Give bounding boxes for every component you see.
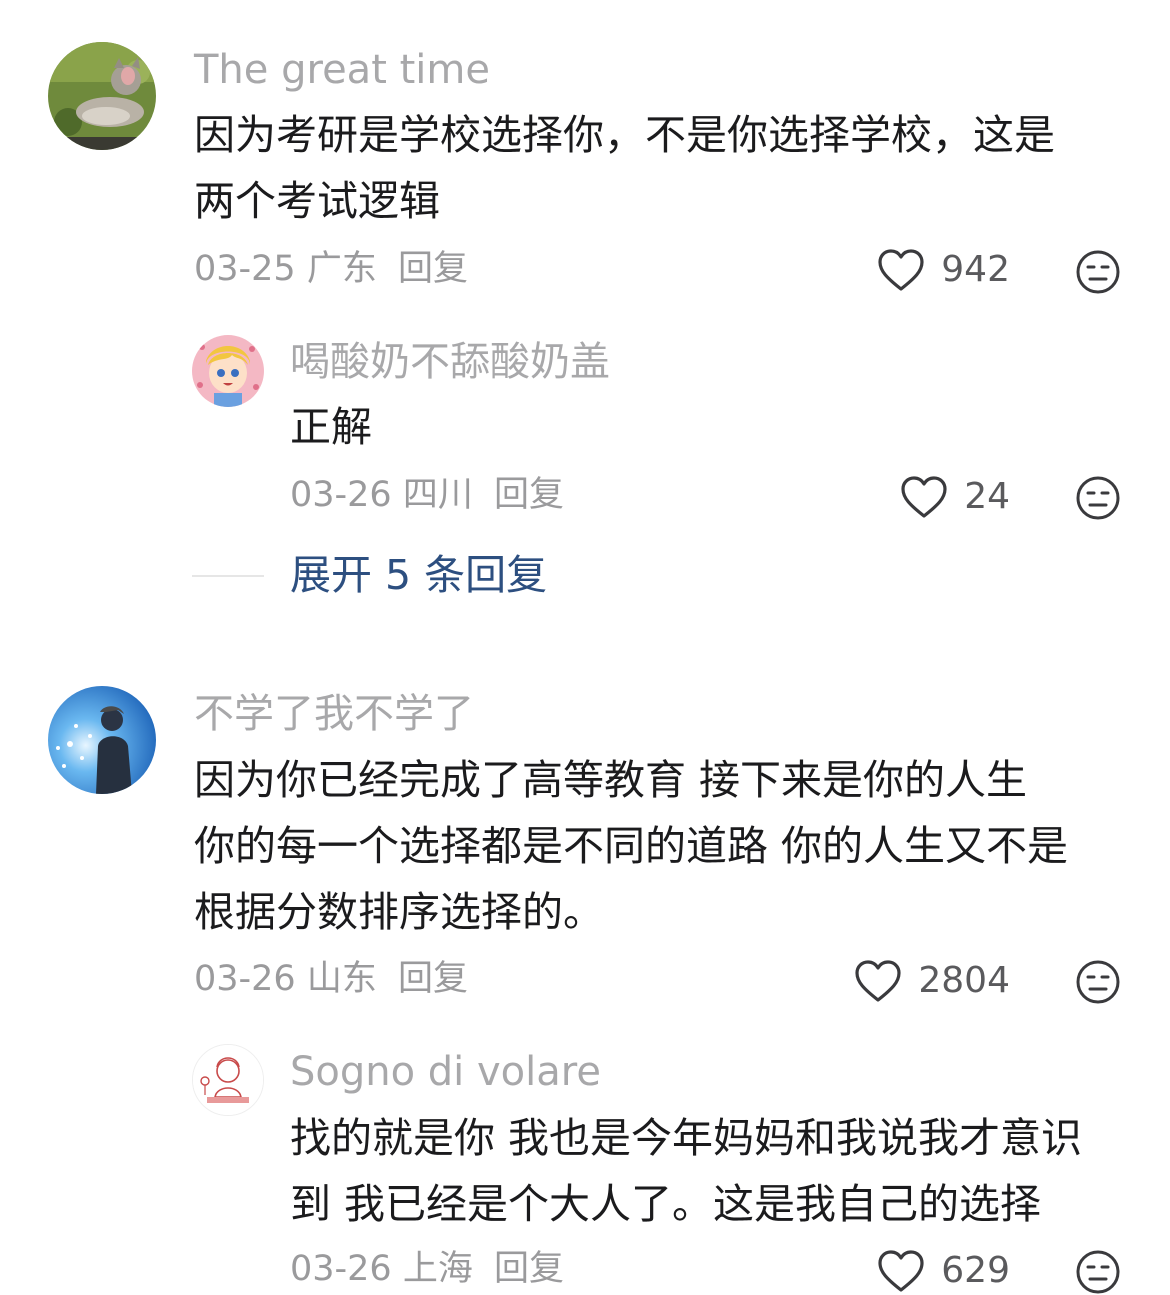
username[interactable]: 喝酸奶不舔酸奶盖	[290, 342, 610, 382]
dislike-button[interactable]	[1075, 959, 1121, 1005]
comment-meta: 03-26 山东 回复	[194, 962, 468, 997]
heart-outline-icon	[900, 475, 964, 519]
comment-text: 因为你已经完成了高等教育 接下来是你的人生 你的每一个选择都是不同的道路 你的人…	[194, 747, 1068, 945]
like-button[interactable]: 629	[877, 1249, 1010, 1293]
like-button[interactable]: 2804	[854, 959, 1010, 1003]
comment-text: 因为考研是学校选择你，不是你选择学校，这是 两个考试逻辑	[194, 102, 1055, 234]
avatar[interactable]	[48, 42, 156, 150]
neutral-face-icon	[1075, 475, 1121, 521]
like-button[interactable]: 24	[900, 475, 1010, 519]
avatar[interactable]	[48, 686, 156, 794]
heart-outline-icon	[854, 959, 918, 1003]
neutral-face-icon	[1075, 959, 1121, 1005]
comment-meta: 03-25 广东 回复	[194, 252, 468, 287]
dislike-button[interactable]	[1075, 249, 1121, 295]
neutral-face-icon	[1075, 249, 1121, 295]
comment-region: 广东	[306, 249, 377, 289]
comment-meta: 03-26 上海 回复	[290, 1252, 564, 1287]
neutral-face-icon	[1075, 1249, 1121, 1295]
dislike-button[interactable]	[1075, 1249, 1121, 1295]
heart-outline-icon	[877, 1249, 941, 1293]
reply-button[interactable]: 回复	[494, 1249, 564, 1289]
dislike-button[interactable]	[1075, 475, 1121, 521]
username[interactable]: Sogno di volare	[290, 1052, 601, 1092]
comment-line: 正解	[290, 403, 372, 451]
reply-button[interactable]: 回复	[398, 249, 468, 289]
comment-meta: 03-26 四川 回复	[290, 478, 564, 513]
reply-button[interactable]: 回复	[398, 959, 468, 999]
username[interactable]: The great time	[194, 50, 490, 90]
comment-text: 找的就是你 我也是今年妈妈和我说我才意识 到 我已经是个大人了。这是我自己的选择	[290, 1105, 1082, 1237]
like-count: 2804	[918, 960, 1010, 1001]
like-count: 942	[941, 249, 1010, 290]
comment-region: 四川	[402, 475, 473, 515]
avatar[interactable]	[192, 335, 264, 407]
divider	[192, 575, 264, 577]
comment-date: 03-25	[194, 249, 296, 289]
comment-date: 03-26	[290, 1249, 392, 1289]
comment-region: 上海	[402, 1249, 473, 1289]
expand-replies-link[interactable]: 展开 5 条回复	[290, 555, 547, 596]
comment-line: 你的每一个选择都是不同的道路 你的人生又不是	[194, 822, 1069, 870]
comment-line: 找的就是你 我也是今年妈妈和我说我才意识	[290, 1114, 1083, 1162]
comment-line: 根据分数排序选择的。	[194, 888, 604, 936]
like-button[interactable]: 942	[877, 248, 1010, 292]
comment-region: 山东	[306, 959, 377, 999]
reply-button[interactable]: 回复	[494, 475, 564, 515]
like-count: 629	[941, 1250, 1010, 1291]
comment-text: 正解	[290, 394, 372, 460]
heart-outline-icon	[877, 248, 941, 292]
comment-line: 到 我已经是个大人了。这是我自己的选择	[290, 1180, 1042, 1228]
username[interactable]: 不学了我不学了	[194, 694, 474, 734]
comment-line: 因为考研是学校选择你，不是你选择学校，这是	[194, 111, 1055, 159]
comment-date: 03-26	[194, 959, 296, 999]
comment-line: 两个考试逻辑	[194, 177, 440, 225]
comment-date: 03-26	[290, 475, 392, 515]
avatar[interactable]	[192, 1044, 264, 1116]
comment-line: 因为你已经完成了高等教育 接下来是你的人生	[194, 756, 1028, 804]
like-count: 24	[964, 476, 1010, 517]
